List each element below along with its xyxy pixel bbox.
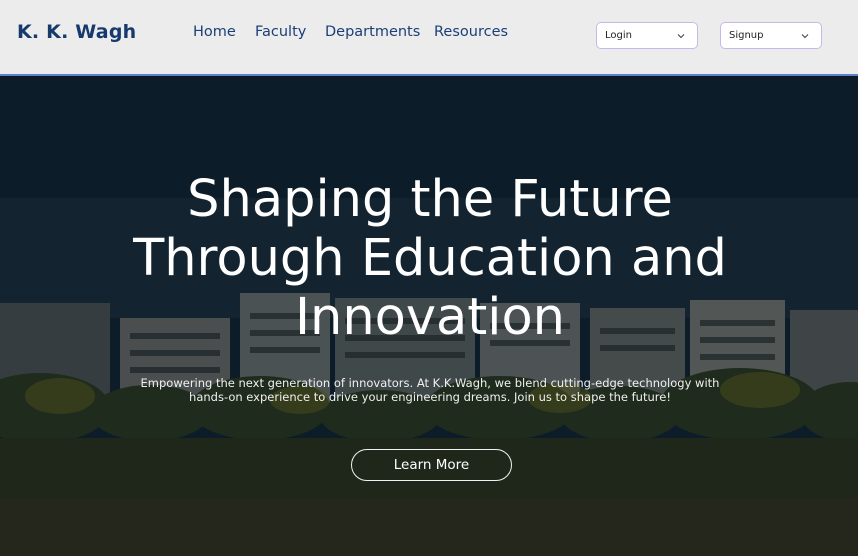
hero-section: Shaping the Future Through Education and…: [0, 78, 858, 556]
nav-link-faculty[interactable]: Faculty: [255, 24, 306, 40]
nav-link-resources[interactable]: Resources: [434, 24, 508, 40]
login-label: Login: [605, 30, 632, 41]
signup-label: Signup: [729, 30, 764, 41]
hero-title-line-1: Shaping the Future: [187, 170, 673, 229]
learn-more-button[interactable]: Learn More: [351, 449, 512, 481]
nav-link-home[interactable]: Home: [193, 24, 236, 40]
chevron-down-icon: [801, 34, 809, 39]
chevron-down-icon: [677, 34, 685, 39]
signup-dropdown[interactable]: Signup: [720, 22, 822, 49]
login-dropdown[interactable]: Login: [596, 22, 698, 49]
hero-title: Shaping the Future Through Education and…: [60, 170, 800, 347]
hero-subtitle-line-2: hands-on experience to drive your engine…: [189, 390, 671, 404]
hero-title-line-2: Through Education and: [133, 229, 727, 288]
hero-subtitle: Empowering the next generation of innova…: [110, 376, 750, 404]
top-navbar: K. K. Wagh Home Faculty Departments Reso…: [0, 0, 858, 76]
nav-link-departments[interactable]: Departments: [325, 24, 420, 40]
hero-title-line-3: Innovation: [294, 288, 566, 347]
hero-subtitle-line-1: Empowering the next generation of innova…: [140, 376, 720, 390]
brand-logo[interactable]: K. K. Wagh: [17, 21, 136, 43]
